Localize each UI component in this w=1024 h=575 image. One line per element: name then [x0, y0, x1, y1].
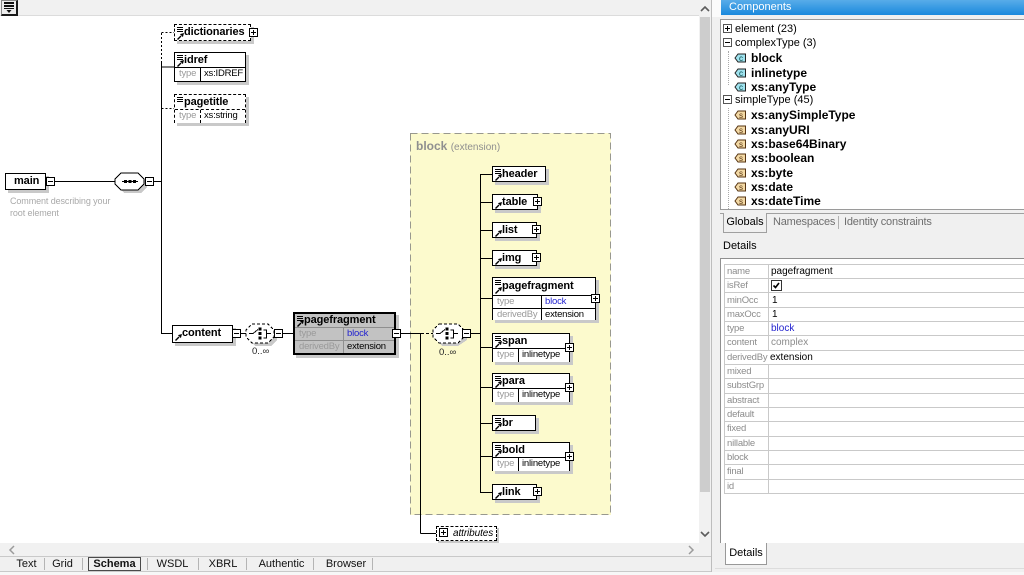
svg-text:s: s	[739, 140, 743, 149]
svg-text:s: s	[739, 197, 743, 206]
svg-text:s: s	[739, 154, 743, 163]
svg-text:c: c	[739, 69, 743, 78]
svg-text:s: s	[739, 126, 743, 135]
svg-text:s: s	[739, 169, 743, 178]
svg-text:c: c	[739, 54, 743, 63]
svg-text:s: s	[739, 111, 743, 120]
svg-text:c: c	[739, 83, 743, 92]
svg-text:s: s	[739, 183, 743, 192]
